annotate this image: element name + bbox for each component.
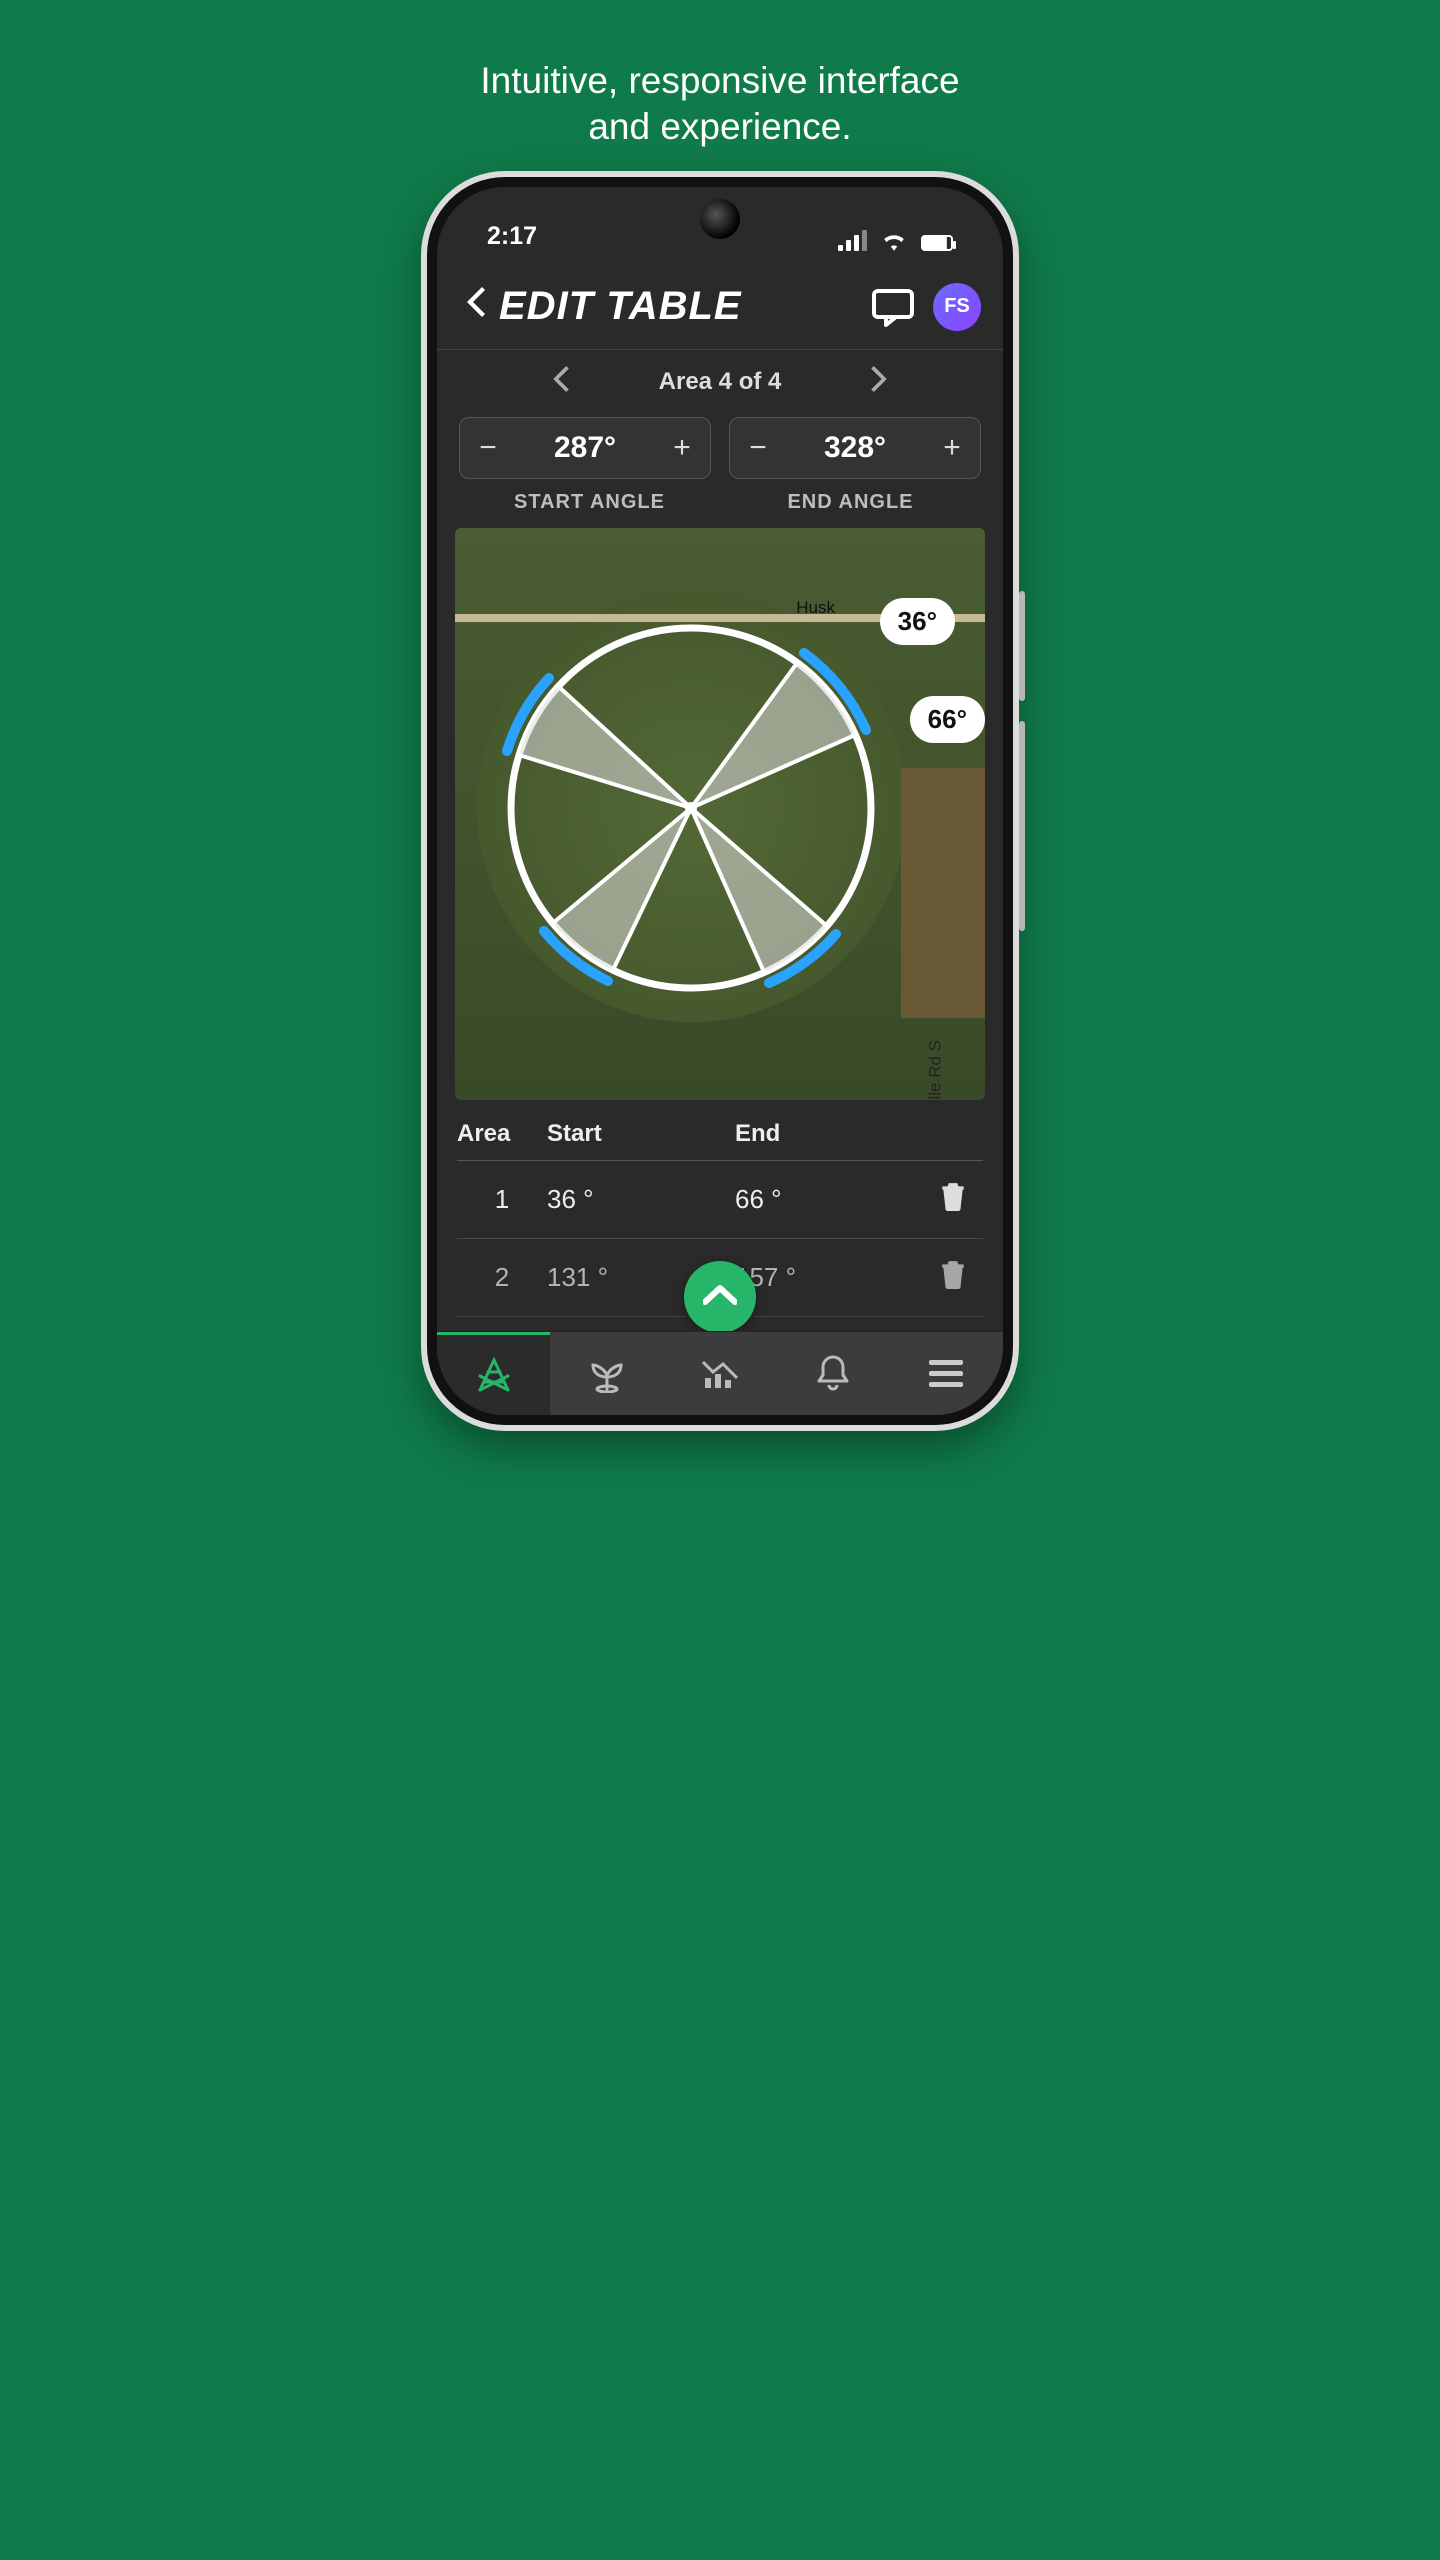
area-selector: Area 4 of 4 <box>437 350 1003 409</box>
phone-side-button <box>1019 591 1025 701</box>
wifi-icon <box>881 231 907 251</box>
front-camera <box>700 199 740 239</box>
seedling-icon <box>587 1353 627 1393</box>
phone-side-button <box>1019 721 1025 931</box>
end-angle-value[interactable]: 328° <box>786 431 924 465</box>
bell-icon <box>815 1353 851 1393</box>
area-prev-button[interactable] <box>553 366 569 399</box>
row-delete-button[interactable] <box>923 1181 983 1218</box>
angle-badge[interactable]: 66° <box>910 696 985 743</box>
col-end: End <box>735 1120 923 1148</box>
tab-crops[interactable] <box>550 1332 663 1415</box>
user-avatar[interactable]: FS <box>933 283 981 331</box>
end-angle-label: END ANGLE <box>720 491 981 514</box>
start-angle-value[interactable]: 287° <box>516 431 654 465</box>
tab-pivots[interactable] <box>437 1332 550 1415</box>
chart-icon <box>699 1354 741 1392</box>
start-angle-increment[interactable]: + <box>654 418 710 478</box>
stepper-labels: START ANGLE END ANGLE <box>437 487 1003 528</box>
chat-button[interactable] <box>871 285 915 329</box>
promo-line-1: Intuitive, responsive interface <box>480 58 959 104</box>
angle-badge[interactable]: 36° <box>880 598 955 645</box>
promo-line-2: and experience. <box>480 104 959 150</box>
cell-end: 66 ° <box>735 1184 923 1215</box>
start-angle-stepper: − 287° + <box>459 417 711 479</box>
page-title: EDIT TABLE <box>499 284 742 329</box>
start-angle-label: START ANGLE <box>459 491 720 514</box>
battery-icon <box>921 235 953 251</box>
col-area: Area <box>457 1120 547 1148</box>
table-header: Area Start End <box>457 1120 983 1161</box>
menu-icon <box>929 1360 963 1387</box>
tab-menu[interactable] <box>890 1332 1003 1415</box>
tab-alerts[interactable] <box>777 1332 890 1415</box>
row-delete-button[interactable] <box>923 1259 983 1296</box>
promo-text: Intuitive, responsive interface and expe… <box>480 58 959 151</box>
back-button[interactable] <box>459 287 493 326</box>
pivot-tower-icon <box>474 1356 514 1394</box>
pivot-map[interactable]: Husk Schauppsville Rd S <box>455 528 985 1100</box>
bottom-nav <box>437 1331 1003 1415</box>
chevron-up-icon <box>703 1284 737 1306</box>
app-header: EDIT TABLE FS <box>437 259 1003 350</box>
phone-inner: 2:17 EDIT TABLE <box>427 177 1013 1425</box>
end-angle-increment[interactable]: + <box>924 418 980 478</box>
cell-area: 2 <box>457 1262 547 1293</box>
angle-table: Area Start End 1 36 ° 66 ° 2 131 ° 157 <box>437 1100 1003 1331</box>
end-angle-stepper: − 328° + <box>729 417 981 479</box>
area-next-button[interactable] <box>871 366 887 399</box>
status-icons <box>838 230 953 251</box>
expand-table-button[interactable] <box>684 1261 756 1331</box>
cell-end: 157 ° <box>735 1262 923 1293</box>
area-label: Area 4 of 4 <box>659 368 782 396</box>
cellular-icon <box>838 230 867 251</box>
start-angle-decrement[interactable]: − <box>460 418 516 478</box>
status-time: 2:17 <box>487 222 537 251</box>
col-start: Start <box>547 1120 735 1148</box>
app-screen: 2:17 EDIT TABLE <box>437 187 1003 1415</box>
avatar-initials: FS <box>944 295 970 318</box>
tab-reports[interactable] <box>663 1332 776 1415</box>
end-angle-decrement[interactable]: − <box>730 418 786 478</box>
cell-start: 36 ° <box>547 1184 735 1215</box>
cell-area: 1 <box>457 1184 547 1215</box>
phone-frame: 2:17 EDIT TABLE <box>421 171 1019 1431</box>
table-row[interactable]: 1 36 ° 66 ° <box>457 1161 983 1239</box>
angle-steppers: − 287° + − 328° + <box>437 409 1003 487</box>
